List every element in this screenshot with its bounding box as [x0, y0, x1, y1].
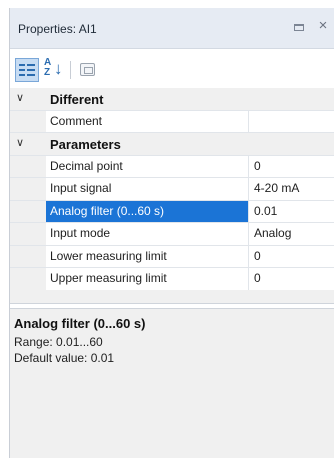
close-icon[interactable]: × [315, 17, 331, 35]
property-value[interactable]: 0 [250, 246, 334, 268]
property-name: Lower measuring limit [46, 245, 249, 267]
category-label: Different [50, 92, 104, 107]
property-name: Decimal point [46, 155, 249, 177]
property-value[interactable]: Analog [250, 223, 334, 245]
property-row-lower-measuring-limit[interactable]: Lower measuring limit 0 [10, 245, 334, 268]
sort-az-icon[interactable]: AZ ↓ [42, 58, 66, 82]
chevron-down-icon[interactable]: ∨ [14, 91, 26, 105]
property-pages-icon[interactable] [77, 58, 99, 82]
property-row-comment[interactable]: Comment [10, 110, 334, 133]
category-row-parameters[interactable]: ∨ Parameters [10, 133, 334, 156]
property-name: Upper measuring limit [46, 268, 249, 290]
description-default: Default value: 0.01 [14, 351, 115, 365]
property-row-input-signal[interactable]: Input signal 4-20 mA [10, 178, 334, 201]
window-position-icon[interactable] [292, 21, 306, 33]
property-name: Input mode [46, 223, 249, 245]
property-name: Comment [46, 110, 249, 132]
properties-panel: Properties: AI1 × AZ ↓ ∨ Different Comme… [9, 8, 334, 458]
toolbar-separator [70, 61, 71, 79]
property-name: Input signal [46, 178, 249, 200]
property-grid: ∨ Different Comment ∨ Parameters Decimal… [10, 88, 334, 291]
property-row-decimal-point[interactable]: Decimal point 0 [10, 155, 334, 178]
property-row-input-mode[interactable]: Input mode Analog [10, 223, 334, 246]
grid-filler [10, 290, 334, 304]
category-row-different[interactable]: ∨ Different [10, 88, 334, 111]
chevron-down-icon[interactable]: ∨ [14, 136, 26, 150]
property-toolbar: AZ ↓ [10, 50, 334, 88]
property-name: Analog filter (0...60 s) [46, 200, 249, 222]
description-pane: Analog filter (0...60 s) Range: 0.01...6… [10, 308, 334, 458]
property-value[interactable]: 0 [250, 268, 334, 290]
property-value[interactable] [250, 111, 334, 133]
description-range: Range: 0.01...60 [14, 335, 103, 349]
categorized-view-icon[interactable] [15, 58, 39, 82]
description-title: Analog filter (0...60 s) [14, 316, 146, 331]
panel-title: Properties: AI1 [18, 22, 97, 36]
panel-titlebar[interactable]: Properties: AI1 × [10, 8, 334, 49]
property-value[interactable]: 0.01 [250, 201, 334, 223]
property-value[interactable]: 4-20 mA [250, 178, 334, 200]
property-value[interactable]: 0 [250, 156, 334, 178]
property-row-analog-filter[interactable]: Analog filter (0...60 s) 0.01 [10, 200, 334, 223]
property-row-upper-measuring-limit[interactable]: Upper measuring limit 0 [10, 268, 334, 291]
category-label: Parameters [50, 137, 121, 152]
